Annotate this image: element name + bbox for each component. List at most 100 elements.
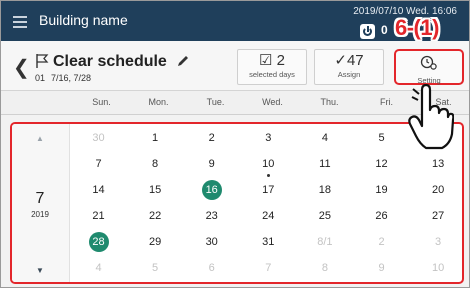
- calendar-day[interactable]: 10: [240, 152, 297, 178]
- calendar-day-number: 22: [148, 210, 162, 222]
- calendar-day-number: 13: [431, 158, 445, 170]
- calendar-day-number: 4: [95, 262, 102, 274]
- selected-dates: 7/16, 7/28: [51, 73, 92, 83]
- calendar-day-number: 28: [88, 232, 109, 252]
- calendar-day-number: 30: [205, 236, 218, 248]
- calendar-day[interactable]: 8: [127, 152, 184, 178]
- calendar-day-number: 3: [265, 132, 272, 144]
- calendar-day[interactable]: 11: [296, 152, 353, 178]
- calendar-day-number: 2: [208, 132, 215, 144]
- assign-count: 47: [346, 52, 364, 69]
- calendar-day-number: 4: [321, 132, 328, 144]
- selected-days-count: 2: [276, 52, 285, 69]
- calendar-day[interactable]: 13: [410, 152, 462, 178]
- calendar-day[interactable]: 20: [410, 178, 462, 204]
- calendar-day[interactable]: 5: [353, 126, 410, 152]
- calendar-day-number: 31: [262, 236, 275, 248]
- next-month-arrow-icon[interactable]: ▼: [36, 266, 44, 275]
- calendar-day[interactable]: 12: [353, 152, 410, 178]
- calendar-day-number: 6: [208, 262, 215, 274]
- calendar-day-number: 27: [431, 210, 445, 222]
- calendar-day[interactable]: 17: [240, 178, 297, 204]
- calendar-day-number: 11: [319, 158, 331, 170]
- calendar-day[interactable]: 2: [183, 126, 240, 152]
- flag-icon: [36, 54, 49, 68]
- power-icon: [360, 24, 375, 39]
- calendar-day[interactable]: 24: [240, 204, 297, 230]
- calendar-day[interactable]: 27: [410, 204, 462, 230]
- edit-icon[interactable]: [176, 54, 190, 68]
- calendar-day[interactable]: 16: [183, 178, 240, 204]
- calendar-day[interactable]: 22: [127, 204, 184, 230]
- setting-button[interactable]: Setting: [394, 49, 464, 85]
- calendar-day-number: 12: [375, 158, 388, 170]
- calendar-day-number: 7: [95, 158, 102, 170]
- calendar-day-number: 2: [378, 236, 385, 248]
- calendar-grid: 3012345678910111213141516171819202122232…: [70, 124, 462, 282]
- schedule-number: 01: [35, 73, 46, 83]
- weekday-sun: Sun.: [92, 97, 111, 107]
- check-icon: ✓: [334, 52, 347, 69]
- calendar-day[interactable]: 30: [70, 126, 127, 152]
- calendar-day-number: 8: [321, 262, 328, 274]
- calendar-day[interactable]: 28: [70, 230, 127, 256]
- calendar-check-icon: ☑: [259, 52, 273, 69]
- calendar-day[interactable]: 10: [410, 256, 462, 282]
- calendar-day[interactable]: 8/1: [296, 230, 353, 256]
- weekday-thu: Thu.: [320, 97, 339, 107]
- previous-month-arrow-icon[interactable]: ▲: [36, 134, 44, 143]
- clock-gear-icon: [420, 55, 437, 70]
- calendar-day[interactable]: 7: [70, 152, 127, 178]
- calendar-day[interactable]: 30: [183, 230, 240, 256]
- weekday-tue: Tue.: [206, 97, 225, 107]
- calendar-day[interactable]: 25: [296, 204, 353, 230]
- calendar-day-number: 9: [208, 158, 215, 170]
- calendar-day[interactable]: 7: [240, 256, 297, 282]
- calendar-day[interactable]: 9: [183, 152, 240, 178]
- assign-button[interactable]: ✓47 Assign: [314, 49, 384, 85]
- calendar-day-number: 30: [92, 132, 105, 144]
- calendar-day-number: 5: [152, 262, 159, 274]
- calendar-day-number: 17: [262, 184, 275, 196]
- weekday-wed: Wed.: [262, 97, 283, 107]
- calendar-day-number: 10: [262, 158, 275, 170]
- calendar-day[interactable]: 4: [70, 256, 127, 282]
- app-bar: Building name 2019/07/10 Wed. 16:06 0 6-…: [1, 1, 469, 41]
- calendar-day[interactable]: 9: [353, 256, 410, 282]
- calendar-day[interactable]: 14: [70, 178, 127, 204]
- calendar-day[interactable]: 3: [410, 230, 462, 256]
- schedule-dates: 01 7/16, 7/28: [35, 73, 91, 83]
- calendar-day[interactable]: 6: [183, 256, 240, 282]
- calendar-day-number: 24: [262, 210, 275, 222]
- calendar-day[interactable]: 18: [296, 178, 353, 204]
- calendar-day-number: 10: [431, 262, 445, 274]
- calendar-day-number: 1: [152, 132, 159, 144]
- calendar-day-number: 16: [201, 180, 222, 200]
- back-button[interactable]: ❮: [13, 55, 30, 80]
- menu-icon[interactable]: [13, 16, 27, 28]
- calendar-day[interactable]: 4: [296, 126, 353, 152]
- weekday-mon: Mon.: [148, 97, 169, 107]
- calendar-day[interactable]: 3: [240, 126, 297, 152]
- calendar-day-number: 7: [265, 262, 272, 274]
- calendar-day[interactable]: 5: [127, 256, 184, 282]
- calendar-day[interactable]: 8: [296, 256, 353, 282]
- calendar-day[interactable]: 29: [127, 230, 184, 256]
- calendar-day[interactable]: 19: [353, 178, 410, 204]
- calendar-day[interactable]: 31: [240, 230, 297, 256]
- calendar-day[interactable]: 1: [127, 126, 184, 152]
- calendar-day-number: 15: [148, 184, 162, 196]
- selected-days-button[interactable]: ☑ 2 selected days: [237, 49, 307, 85]
- calendar-day-number: 5: [378, 132, 385, 144]
- schedule-header: ❮ Clear schedule 01 7/16, 7/28 ☑ 2 select…: [1, 41, 469, 91]
- calendar-day-number: 9: [378, 262, 385, 274]
- calendar-day[interactable]: 23: [183, 204, 240, 230]
- calendar-day[interactable]: 21: [70, 204, 127, 230]
- pointer-hand-icon: [408, 84, 454, 150]
- selected-days-label: selected days: [249, 70, 295, 79]
- calendar-day[interactable]: 26: [353, 204, 410, 230]
- calendar-day[interactable]: 15: [127, 178, 184, 204]
- calendar-day[interactable]: 2: [353, 230, 410, 256]
- calendar: ▲ 7 2019 ▼ 30123456789101112131415161718…: [10, 122, 464, 284]
- calendar-day-number: 25: [318, 210, 332, 222]
